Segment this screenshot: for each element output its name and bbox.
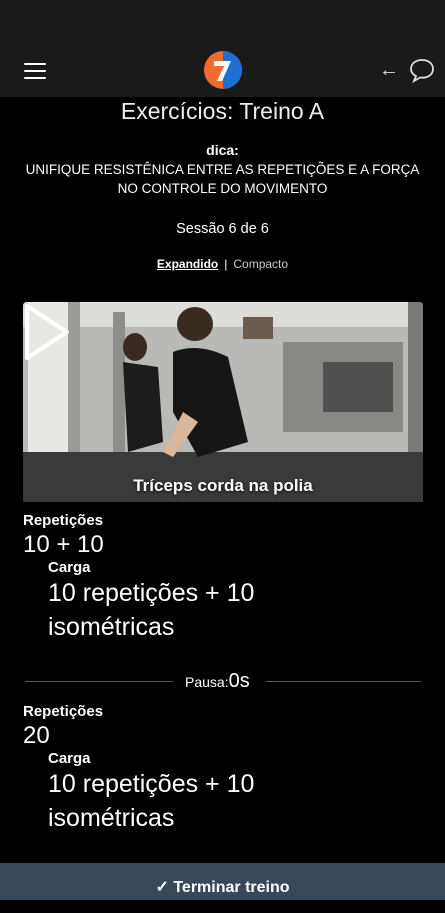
reps-label: Repetições [23, 512, 104, 529]
pause-row: Pausa:0s [23, 670, 423, 692]
divider [266, 681, 421, 682]
load-value: 10 repetições + 10 isométricas [48, 579, 255, 641]
reps-label: Repetições [23, 703, 104, 720]
reps-value: 20 [23, 722, 50, 749]
page-title: Exercícios: Treino A [120, 98, 325, 124]
exercise-video[interactable]: Tríceps corda na polia [23, 302, 423, 502]
set-2: Repetições 20 Carga 10 repetições + 10 i… [23, 703, 423, 835]
pause-label: Pausa: [185, 674, 229, 690]
set-1: Repetições 10 + 10 Carga 10 repetições +… [23, 512, 423, 644]
divider [25, 681, 173, 682]
view-expanded-link[interactable]: Expandido [157, 257, 218, 271]
exercise-name: Tríceps corda na polia [133, 476, 313, 495]
chat-bubble-icon[interactable] [408, 57, 436, 83]
pause-value: 0s [228, 670, 250, 692]
app-bar: ← [0, 45, 445, 97]
view-toggle: Expandido | Compacto [0, 257, 445, 271]
pause-text: Pausa:0s [185, 670, 250, 693]
video-thumbnail [23, 302, 423, 502]
view-separator: | [224, 257, 228, 271]
status-bar [0, 0, 445, 45]
finish-workout-label: ✓ Terminar treino [155, 879, 290, 896]
load-label: Carga [48, 750, 91, 767]
tip-label: dica: [206, 142, 239, 158]
arrow-left-icon[interactable]: ← [378, 59, 400, 81]
reps-value: 10 + 10 [23, 531, 104, 558]
load-label: Carga [48, 559, 91, 576]
finish-workout-button[interactable]: ✓ Terminar treino [0, 863, 445, 900]
tip-text: UNIFIQUE RESISTÊNICA ENTRE AS REPETIÇÕES… [25, 162, 420, 196]
load-value: 10 repetições + 10 isométricas [48, 770, 255, 832]
hamburger-menu-icon[interactable] [24, 63, 46, 79]
app-logo-icon [204, 51, 242, 89]
play-icon[interactable] [23, 302, 71, 362]
view-compact-link[interactable]: Compacto [233, 257, 288, 271]
session-counter: Sessão 6 de 6 [176, 221, 269, 237]
exercise-card: Tríceps corda na polia Repetições 10 + 1… [23, 302, 423, 862]
